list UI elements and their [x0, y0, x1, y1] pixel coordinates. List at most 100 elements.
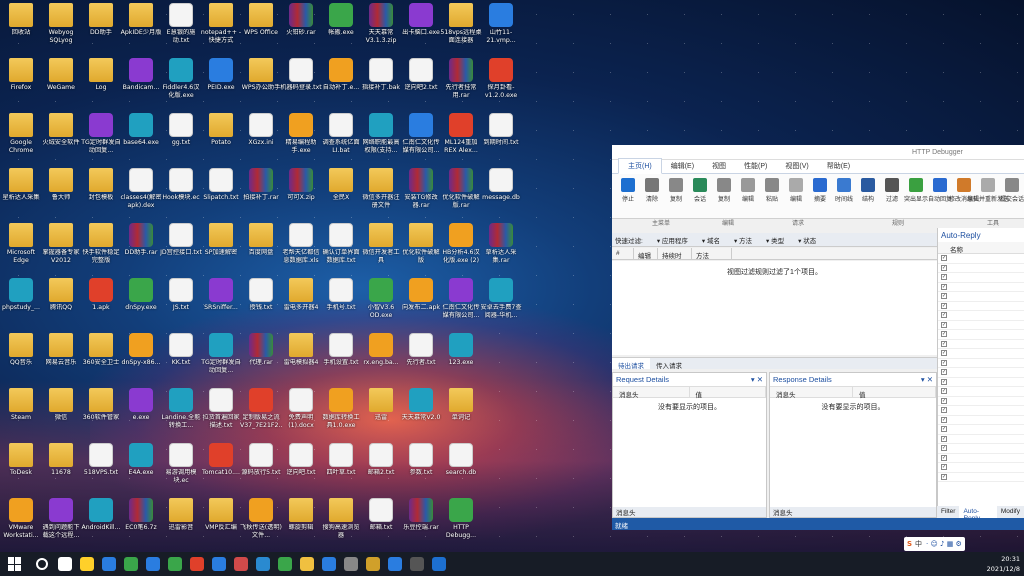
desktop-icon[interactable]: 11678 [40, 443, 82, 499]
ribbon-button[interactable]: 会话 [688, 174, 712, 218]
checkbox[interactable]: ✓ [941, 340, 947, 347]
column-header[interactable]: 编辑 [634, 248, 658, 260]
checkbox[interactable]: ✓ [941, 473, 947, 480]
desktop-icon[interactable]: 向发布二.apk [400, 278, 442, 334]
auto-reply-row[interactable]: ✓ [938, 454, 1024, 463]
taskbar-app-icon[interactable] [366, 557, 380, 571]
auto-reply-row[interactable]: ✓ [938, 264, 1024, 273]
auto-reply-row[interactable]: ✓ [938, 283, 1024, 292]
desktop-icon[interactable]: 百度网盘 [240, 223, 282, 279]
desktop-icon[interactable]: 全民X [320, 168, 362, 224]
desktop-icon[interactable]: 518VPS.txt [80, 443, 122, 499]
desktop-icon[interactable]: 微信多开器注册文件 [360, 168, 402, 224]
desktop-icon[interactable]: 先行者挂常用.rar [440, 58, 482, 114]
desktop-icon[interactable]: QQ音乐 [0, 333, 42, 389]
checkbox[interactable]: ✓ [941, 435, 947, 442]
ribbon-button[interactable]: 过滤 [880, 174, 904, 218]
desktop-icon[interactable]: WeGame [40, 58, 82, 114]
auto-reply-row[interactable]: ✓ [938, 254, 1024, 264]
desktop-icon[interactable]: 仁南仁文化传媒有限公司... [400, 113, 442, 169]
desktop-icon[interactable]: 螺旋剪辑 [280, 498, 322, 554]
desktop-icon[interactable]: VMware Workstati... [0, 498, 42, 554]
desktop-icon[interactable]: 搜狗高速浏览器 [320, 498, 362, 554]
checkbox[interactable]: ✓ [941, 369, 947, 376]
bottom-tab[interactable]: Filter [937, 506, 959, 518]
auto-reply-row[interactable]: ✓ [938, 302, 1024, 311]
desktop-icon[interactable]: 数据库转换工具1.0.exe [320, 388, 362, 444]
desktop-icon[interactable]: 火绒安全软件 [40, 113, 82, 169]
taskbar-app-icon[interactable] [410, 557, 424, 571]
desktop-icon[interactable]: Webyog SQLyog [40, 3, 82, 59]
desktop-icon[interactable]: Bandicam... [120, 58, 162, 114]
desktop-icon[interactable]: 机器码登录.txt [280, 58, 322, 114]
desktop-icon[interactable]: 邮箱.txt [360, 498, 402, 554]
desktop-icon[interactable]: 安装TG修改器.rar [400, 168, 442, 224]
desktop-icon[interactable]: message.db [480, 168, 522, 224]
desktop-icon[interactable]: 拍接补丁.rar [240, 168, 282, 224]
auto-reply-row[interactable]: ✓ [938, 425, 1024, 435]
desktop-icon[interactable]: PEID.exe [200, 58, 242, 114]
desktop-icon[interactable]: 腾讯QQ [40, 278, 82, 334]
auto-reply-row[interactable]: ✓ [938, 406, 1024, 416]
ribbon-tab[interactable]: 编辑(E) [662, 159, 703, 173]
auto-reply-row[interactable]: ✓ [938, 378, 1024, 387]
desktop-icon[interactable]: ML124重加REX Alex... [440, 113, 482, 169]
desktop-icon[interactable]: 优化软件破解版.rar [440, 168, 482, 224]
desktop-icon[interactable]: dnSpy.exe [120, 278, 162, 334]
checkbox[interactable]: ✓ [941, 416, 947, 423]
auto-reply-row[interactable]: ✓ [938, 368, 1024, 378]
desktop-icon[interactable]: 微信 [40, 388, 82, 444]
taskbar-app-icon[interactable] [58, 557, 72, 571]
checkbox[interactable]: ✓ [941, 464, 947, 471]
desktop-icon[interactable]: DD助手 [80, 3, 122, 59]
desktop-icon[interactable]: Fiddler4.6汉化版.exe [160, 58, 202, 114]
ribbon-button[interactable]: 编辑并重新发送 [967, 174, 1009, 218]
taskbar-app-icon[interactable] [256, 557, 270, 571]
ribbon-tab[interactable]: 视图 [703, 159, 735, 173]
checkbox[interactable]: ✓ [941, 331, 947, 338]
desktop-icon[interactable]: 拉货首遍回家描述.txt [200, 388, 242, 444]
auto-reply-row[interactable]: ✓ [938, 444, 1024, 454]
desktop-icon[interactable]: 快手软件稳定完整版 [80, 223, 122, 279]
desktop-icon[interactable]: E慧银的施动.txt [160, 3, 202, 59]
pane-footer-tab[interactable]: 消息头 [770, 507, 936, 517]
taskbar-app-icon[interactable] [212, 557, 226, 571]
system-tray[interactable]: 20:31 2021/12/8 [987, 554, 1020, 574]
desktop-icon[interactable]: SRSniffer... [200, 278, 242, 334]
ribbon-button[interactable]: 提交会话 [1000, 174, 1024, 218]
desktop-icon[interactable]: JS.txt [160, 278, 202, 334]
taskbar-app-icon[interactable] [234, 557, 248, 571]
bottom-tab[interactable]: Auto-Reply [959, 506, 997, 522]
desktop-icon[interactable]: Log [80, 58, 122, 114]
desktop-icon[interactable]: 雷电模拟器4 [280, 333, 322, 389]
taskbar-app-icon[interactable] [278, 557, 292, 571]
desktop-icon[interactable]: VMP反汇编 [200, 498, 242, 554]
taskbar-app-icon[interactable] [146, 557, 160, 571]
taskbar-app-icon[interactable] [432, 557, 446, 571]
desktop-icon[interactable]: 微信开发者工具 [360, 223, 402, 279]
desktop-icon[interactable]: 火钳砂.rar [280, 3, 322, 59]
checkbox[interactable]: ✓ [941, 454, 947, 461]
desktop-icon[interactable]: 回收站 [0, 3, 42, 59]
desktop-icon[interactable]: 360软件管家 [80, 388, 122, 444]
auto-reply-row[interactable]: ✓ [938, 435, 1024, 444]
ribbon-button[interactable]: 编辑 [784, 174, 808, 218]
desktop-icon[interactable]: phpstudy_... [0, 278, 42, 334]
desktop-icon[interactable]: 封包模板 [80, 168, 122, 224]
pane-footer-tab[interactable]: 消息头 [613, 507, 766, 517]
checkbox[interactable]: ✓ [941, 264, 947, 271]
desktop-icon[interactable]: SP加速解密 [200, 223, 242, 279]
desktop-icon[interactable]: 星析达人采集 [0, 168, 42, 224]
ribbon-tab[interactable]: 帮助(E) [818, 159, 859, 173]
taskbar-app-icon[interactable] [80, 557, 94, 571]
desktop-icon[interactable]: 精易编程助手.exe [280, 113, 322, 169]
desktop-icon[interactable]: 手机设置.txt [320, 333, 362, 389]
ribbon-button[interactable]: 时间线 [832, 174, 856, 218]
filter-dropdown[interactable]: ▾ 状态 [798, 235, 816, 245]
desktop-icon[interactable]: Steam [0, 388, 42, 444]
desktop-icon[interactable]: 迅雷 [360, 388, 402, 444]
checkbox[interactable]: ✓ [941, 293, 947, 300]
auto-reply-row[interactable]: ✓ [938, 321, 1024, 330]
checkbox[interactable]: ✓ [941, 407, 947, 414]
desktop-icon[interactable]: 迅雷影音 [160, 498, 202, 554]
